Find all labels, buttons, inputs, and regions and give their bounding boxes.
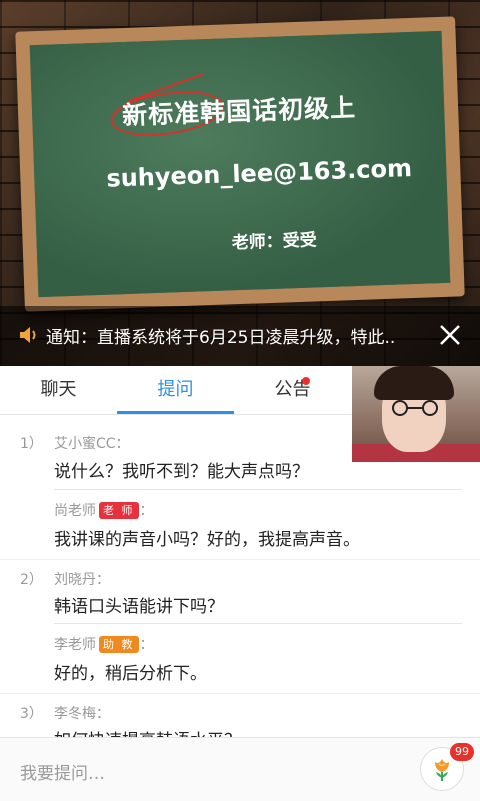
thumbnail-hair <box>374 366 454 400</box>
item-separator <box>0 559 480 560</box>
notification-dot <box>302 377 310 385</box>
answer-text: 好的，稍后分析下。 <box>54 664 207 684</box>
asker-name: 刘晓丹： <box>54 572 110 588</box>
question-text: 说什么？我听不到？能大声点吗？ <box>54 462 309 482</box>
question-text: 如何快速提高韩语水平？ <box>54 726 241 737</box>
tab-announcements[interactable]: 公告 <box>234 366 351 414</box>
tab-chat[interactable]: 聊天 <box>0 366 117 414</box>
close-icon[interactable] <box>438 323 462 347</box>
divider <box>54 623 462 624</box>
reply-author: 李老师 助 教 ： <box>54 634 154 654</box>
board-course-title: 新标准韩国话初级上 <box>121 92 357 131</box>
reply-teacher-name: 尚老师 <box>54 503 96 519</box>
tab-questions[interactable]: 提问 <box>117 366 234 414</box>
assistant-badge: 助 教 <box>99 635 139 653</box>
teacher-badge: 老 师 <box>99 501 139 519</box>
reply-colon: ： <box>139 503 154 519</box>
answer-text: 我讲课的声音小吗？好的，我提高声音。 <box>54 530 360 550</box>
reply-colon: ： <box>139 637 154 653</box>
item-separator <box>0 693 480 694</box>
tab-bar: 聊天 提问 公告 <box>0 366 352 414</box>
question-number: 2） <box>20 572 43 588</box>
question-input[interactable]: 我要提问… <box>20 759 105 784</box>
notice-bar[interactable]: 通知：直播系统将于6月25日凌晨升级，特此.. <box>0 306 480 364</box>
question-text: 韩语口头语能讲下吗？ <box>54 597 224 617</box>
question-list[interactable]: 1） 艾小蜜CC： 说什么？我听不到？能大声点吗？ 尚老师 老 师 ： 我讲课的… <box>0 415 480 737</box>
asker-name: 艾小蜜CC： <box>54 436 130 452</box>
flower-count-badge: 99 <box>450 743 474 761</box>
divider <box>54 489 462 490</box>
notice-text: 通知：直播系统将于6月25日凌晨升级，特此.. <box>46 327 396 348</box>
reply-author: 尚老师 老 师 ： <box>54 500 154 520</box>
flower-icon <box>435 759 449 781</box>
speaker-icon <box>18 324 40 346</box>
board-teacher: 老师：受受 <box>231 230 318 254</box>
question-input-bar: 我要提问… <box>0 737 480 801</box>
glasses-icon <box>392 400 438 416</box>
chalkboard: 新标准韩国话初级上 suhyeon_lee@163.com 老师：受受 <box>15 16 465 312</box>
reply-teacher-name: 李老师 <box>54 637 96 653</box>
question-number: 1） <box>20 436 43 452</box>
question-number: 3） <box>20 706 43 722</box>
board-email: suhyeon_lee@163.com <box>105 154 413 193</box>
asker-name: 李冬梅： <box>54 706 110 722</box>
